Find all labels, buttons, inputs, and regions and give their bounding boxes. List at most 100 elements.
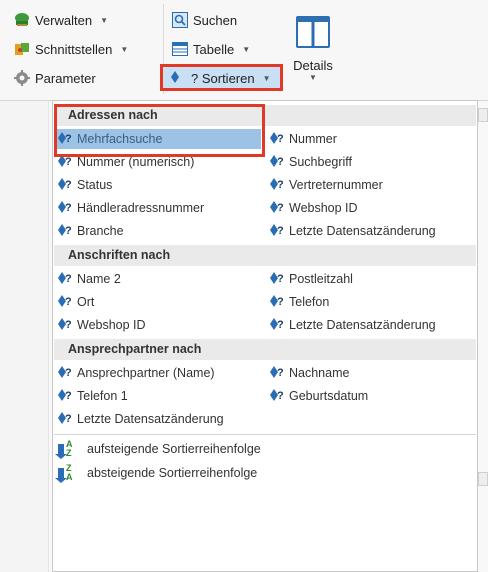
chevron-down-icon: ▼ [242, 44, 251, 54]
sort-icon: ? [269, 271, 285, 287]
scrollbar-mid[interactable] [478, 472, 488, 486]
sort-icon: ? [57, 131, 73, 147]
menu-item-telefon-1[interactable]: ? Telefon 1 [57, 386, 128, 406]
chevron-down-icon: ▼ [100, 15, 109, 25]
sort-icon: ? [57, 271, 73, 287]
menu-item-label: Suchbegriff [289, 155, 353, 169]
parameter-label: Parameter [35, 70, 96, 86]
menu-item-label: Letzte Datensatzänderung [77, 412, 224, 426]
details-button[interactable]: Details ▼ [285, 6, 341, 90]
sortieren-button[interactable]: ? Sortieren ▼ [170, 68, 271, 88]
verwalten-label: Verwalten [35, 12, 93, 28]
menu-item-ansprechpartner-name[interactable]: ? Ansprechpartner (Name) [57, 363, 215, 383]
chevron-down-icon: ▼ [309, 73, 317, 82]
menu-item-label: Letzte Datensatzänderung [289, 224, 436, 238]
scrollbar-top[interactable] [478, 108, 488, 122]
ribbon-toolbar: Verwalten ▼ Schnittstellen ▼ Parameter S… [0, 0, 488, 101]
sort-icon: ? [269, 294, 285, 310]
group-header-adressen: Adressen nach [54, 105, 476, 126]
group-header-ansprechpartner: Ansprechpartner nach [54, 339, 476, 360]
details-panel-icon [296, 16, 330, 48]
table-icon [172, 42, 188, 56]
verwalten-button[interactable]: Verwalten ▼ [14, 10, 108, 30]
tabelle-button[interactable]: Tabelle ▼ [172, 39, 250, 59]
menu-item-label: absteigende Sortierreihenfolge [87, 466, 258, 480]
left-pane [0, 101, 49, 572]
sort-desc-icon: ZA [55, 464, 75, 483]
menu-item-label: Telefon 1 [77, 389, 128, 403]
menu-item-geburtsdatum[interactable]: ? Geburtsdatum [269, 386, 368, 406]
menu-item-label: Geburtsdatum [289, 389, 369, 403]
menu-item-webshop-id[interactable]: ? Webshop ID [269, 198, 358, 218]
sort-icon: ? [269, 365, 285, 381]
menu-item-label: Ort [77, 295, 95, 309]
menu-item-label: Branche [77, 224, 124, 238]
sort-icon: ? [57, 317, 73, 333]
menu-item-label: Webshop ID [289, 201, 358, 215]
menu-item-vertreternummer[interactable]: ? Vertreternummer [269, 175, 383, 195]
menu-item-label: aufsteigende Sortierreihenfolge [87, 442, 261, 456]
sortieren-label: ? Sortieren [191, 70, 255, 86]
parameter-button[interactable]: Parameter [14, 68, 96, 88]
menu-item-mehrfachsuche[interactable]: ? Mehrfachsuche [57, 129, 261, 149]
sort-icon: ? [269, 200, 285, 216]
menu-item-label: Händleradressnummer [77, 201, 205, 215]
sort-icon: ? [269, 388, 285, 404]
menu-item-ort[interactable]: ? Ort [57, 292, 94, 312]
menu-item-nummer-numerisch[interactable]: ? Nummer (numerisch) [57, 152, 194, 172]
menu-item-postleitzahl[interactable]: ? Postleitzahl [269, 269, 353, 289]
menu-item-label: Nachname [289, 366, 350, 380]
sort-icon: ? [269, 131, 285, 147]
menu-item-branche[interactable]: ? Branche [57, 221, 124, 241]
sort-dropdown-menu: Adressen nach ? Mehrfachsuche ? Nummer (… [52, 100, 478, 572]
puzzle-icon [15, 43, 29, 55]
menu-item-label: Letzte Datensatzänderung [289, 318, 436, 332]
sort-icon: ? [57, 388, 73, 404]
suchen-button[interactable]: Suchen [172, 10, 237, 30]
search-icon [172, 12, 188, 28]
menu-divider [54, 434, 476, 435]
sort-icon: ? [57, 200, 73, 216]
sort-icon: ? [57, 365, 73, 381]
menu-item-label: Webshop ID [77, 318, 146, 332]
menu-item-absteigend[interactable]: ZA absteigende Sortierreihenfolge [55, 463, 258, 483]
sort-icon: ? [57, 177, 73, 193]
schnittstellen-button[interactable]: Schnittstellen ▼ [14, 39, 128, 59]
menu-item-ansprechpartner-letzte-aenderung[interactable]: ? Letzte Datensatzänderung [57, 409, 224, 429]
group-header-anschriften: Anschriften nach [54, 245, 476, 266]
schnittstellen-label: Schnittstellen [35, 41, 113, 57]
menu-item-haendleradressnummer[interactable]: ? Händleradressnummer [57, 198, 204, 218]
menu-item-suchbegriff[interactable]: ? Suchbegriff [269, 152, 352, 172]
menu-item-anschrift-webshop-id[interactable]: ? Webshop ID [57, 315, 146, 335]
menu-item-label: Postleitzahl [289, 272, 353, 286]
sort-icon: ? [57, 411, 73, 427]
menu-item-label: Nummer [289, 132, 337, 146]
menu-item-anschrift-letzte-aenderung[interactable]: ? Letzte Datensatzänderung [269, 315, 436, 335]
sort-icon: ? [269, 177, 285, 193]
menu-item-nachname[interactable]: ? Nachname [269, 363, 349, 383]
menu-item-status[interactable]: ? Status [57, 175, 112, 195]
sort-icon: ? [269, 154, 285, 170]
details-label: Details [293, 58, 333, 73]
tabelle-label: Tabelle [193, 41, 235, 57]
menu-item-label: Nummer (numerisch) [77, 155, 195, 169]
menu-item-nummer[interactable]: ? Nummer [269, 129, 337, 149]
menu-item-label: Vertreternummer [289, 178, 383, 192]
chevron-down-icon: ▼ [120, 44, 129, 54]
menu-item-label: Mehrfachsuche [77, 132, 163, 146]
menu-item-letzte-datensatzaenderung[interactable]: ? Letzte Datensatzänderung [269, 221, 436, 241]
sort-icon: ? [57, 154, 73, 170]
tree-icon [15, 13, 29, 26]
sort-icon [170, 70, 186, 86]
menu-item-telefon[interactable]: ? Telefon [269, 292, 329, 312]
sort-icon: ? [57, 294, 73, 310]
menu-item-aufsteigend[interactable]: AZ aufsteigende Sortierreihenfolge [55, 439, 261, 459]
sort-icon: ? [269, 223, 285, 239]
sort-asc-icon: AZ [55, 440, 75, 459]
chevron-down-icon: ▼ [262, 73, 271, 83]
menu-item-name-2[interactable]: ? Name 2 [57, 269, 121, 289]
menu-item-label: Telefon [289, 295, 330, 309]
suchen-label: Suchen [193, 12, 238, 28]
gear-icon [14, 70, 30, 86]
sort-icon: ? [57, 223, 73, 239]
